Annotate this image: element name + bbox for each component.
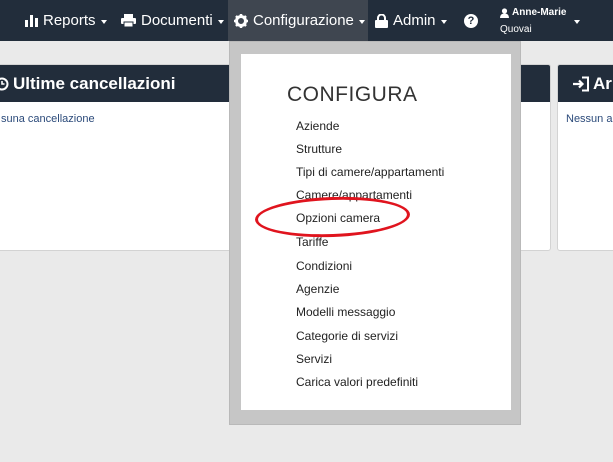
clock-icon [0, 77, 9, 91]
chevron-down-icon [217, 19, 224, 24]
chevron-down-icon [574, 20, 580, 24]
panel-header: Ar [558, 65, 613, 102]
chevron-down-icon [100, 19, 107, 24]
menu-item-categorie-servizi[interactable]: Categorie di servizi [296, 329, 398, 343]
menu-item-camere[interactable]: Camere/appartamenti [296, 188, 412, 202]
menu-item-carica-valori[interactable]: Carica valori predefiniti [296, 375, 418, 389]
menu-item-aziende[interactable]: Aziende [296, 119, 339, 133]
sign-in-icon [572, 76, 590, 92]
menu-item-tipi-camere[interactable]: Tipi di camere/appartamenti [296, 165, 444, 179]
help-icon: ? [464, 13, 478, 28]
menu-item-opzioni-camera[interactable]: Opzioni camera [296, 211, 380, 225]
nav-configurazione-label: Configurazione [253, 12, 354, 29]
panel-arrivi: Ar Nessun ar [557, 64, 613, 251]
lock-icon [375, 13, 388, 28]
user-first-name: Anne-Marie [512, 7, 567, 18]
dropdown-heading: CONFIGURA [287, 83, 418, 106]
help-button[interactable]: ? [464, 0, 478, 41]
menu-item-servizi[interactable]: Servizi [296, 352, 332, 366]
menu-item-strutture[interactable]: Strutture [296, 142, 342, 156]
configurazione-dropdown [241, 54, 511, 410]
menu-item-tariffe[interactable]: Tariffe [296, 235, 328, 249]
user-icon [500, 8, 509, 18]
chevron-down-icon [358, 19, 365, 24]
panel-title: Ar [593, 73, 612, 93]
nav-admin-label: Admin [393, 12, 436, 29]
menu-item-modelli-messaggio[interactable]: Modelli messaggio [296, 305, 395, 319]
panel-title: Ultime cancellazioni [13, 73, 176, 93]
nav-admin[interactable]: Admin [375, 0, 447, 41]
bar-chart-icon [25, 14, 38, 27]
nav-reports[interactable]: Reports [25, 0, 107, 41]
nav-reports-label: Reports [43, 12, 96, 29]
user-last-name: Quovai [500, 24, 532, 35]
nav-documenti-label: Documenti [141, 12, 213, 29]
nav-configurazione[interactable]: Configurazione [228, 0, 368, 41]
menu-item-condizioni[interactable]: Condizioni [296, 259, 352, 273]
print-icon [121, 14, 136, 27]
panel-body: Nessun ar [558, 102, 613, 125]
empty-message: suna cancellazione [1, 113, 95, 125]
empty-message: Nessun ar [566, 113, 613, 125]
gear-icon [234, 13, 248, 28]
nav-documenti[interactable]: Documenti [121, 0, 224, 41]
menu-item-agenzie[interactable]: Agenzie [296, 282, 339, 296]
chevron-down-icon [440, 19, 447, 24]
user-menu[interactable]: Anne-Marie Quovai [500, 6, 566, 37]
top-navbar: Reports Documenti Configurazione Admin ?… [0, 0, 613, 41]
